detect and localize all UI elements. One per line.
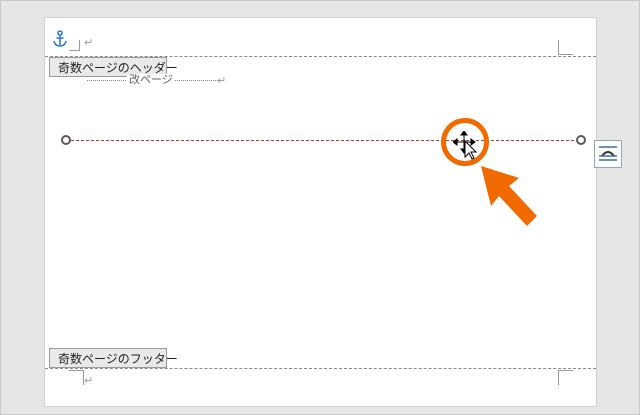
move-cursor-icon: [453, 131, 478, 160]
selected-line-shape[interactable]: [71, 140, 579, 141]
section-break: 改ページ ↵: [87, 73, 226, 86]
footer-boundary-line: [45, 368, 596, 369]
layout-options-icon: [599, 146, 617, 161]
paragraph-mark: ↵: [84, 36, 94, 49]
paragraph-mark: ↵: [217, 74, 227, 87]
section-break-label: 改ページ: [127, 73, 175, 86]
margin-corner-top-left: [69, 40, 80, 51]
margin-corner-bottom-left: [69, 370, 84, 385]
paragraph-mark: ↵: [84, 374, 94, 387]
word-document-screen: ↵ 奇数ページのヘッダー 改ページ ↵ 奇数ページのフッター ↵: [0, 0, 640, 415]
footer-tag[interactable]: 奇数ページのフッター: [49, 348, 178, 368]
line-end-handle[interactable]: [576, 135, 586, 145]
line-start-handle[interactable]: [61, 135, 71, 145]
anchor-icon[interactable]: [52, 30, 68, 48]
arrow-icon: [481, 166, 537, 226]
margin-corner-top-right: [558, 40, 573, 55]
margin-corner-bottom-right: [558, 370, 573, 385]
layout-options-button[interactable]: [594, 140, 622, 168]
